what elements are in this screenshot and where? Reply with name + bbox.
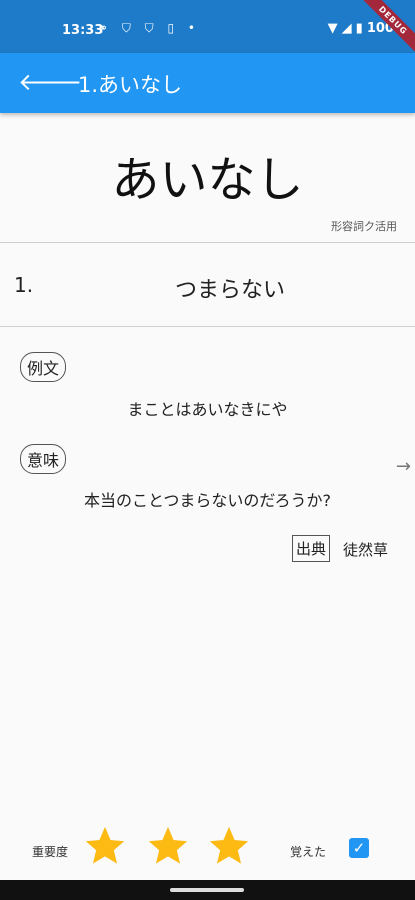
app-bar: 🡐 1.あいなし xyxy=(0,53,415,113)
example-sentence: まことはあいなきにや xyxy=(127,400,288,419)
part-of-speech: 形容詞ク活用 xyxy=(331,220,397,233)
star-icon[interactable] xyxy=(206,823,252,869)
signal-icon: ◢ xyxy=(341,21,352,36)
home-handle[interactable] xyxy=(170,888,244,892)
divider xyxy=(0,242,415,243)
star-icon[interactable] xyxy=(82,823,128,869)
page-title: 1.あいなし xyxy=(78,73,183,97)
divider xyxy=(0,326,415,327)
translation-tag: 意味 xyxy=(20,444,67,474)
source-tag: 出典 xyxy=(292,535,331,562)
star-icon[interactable] xyxy=(145,823,191,869)
back-arrow-icon[interactable]: 🡐 xyxy=(18,67,82,96)
importance-label: 重要度 xyxy=(32,845,69,859)
memorized-label: 覚えた xyxy=(290,845,327,859)
system-nav-bar xyxy=(0,880,415,900)
memorized-checkbox[interactable]: ✓ xyxy=(349,838,369,858)
status-icons: ⚭ ⛉ ⛉ ▯ • xyxy=(98,21,200,35)
wifi-icon: ▼ xyxy=(327,21,338,36)
arrow-right-icon[interactable]: → xyxy=(396,456,411,477)
translation-text: 本当のことつまらないのだろうか? xyxy=(84,491,331,510)
battery-icon: ▮ xyxy=(355,21,363,36)
status-bar: 13:33 ⚭ ⛉ ⛉ ▯ • ▼ ◢ ▮ 100% DEBUG xyxy=(0,0,415,61)
source-name: 徒然草 xyxy=(343,541,389,559)
example-tag: 例文 xyxy=(20,352,67,382)
meaning-text: つまらない xyxy=(174,278,285,303)
headword: あいなし xyxy=(111,152,304,208)
